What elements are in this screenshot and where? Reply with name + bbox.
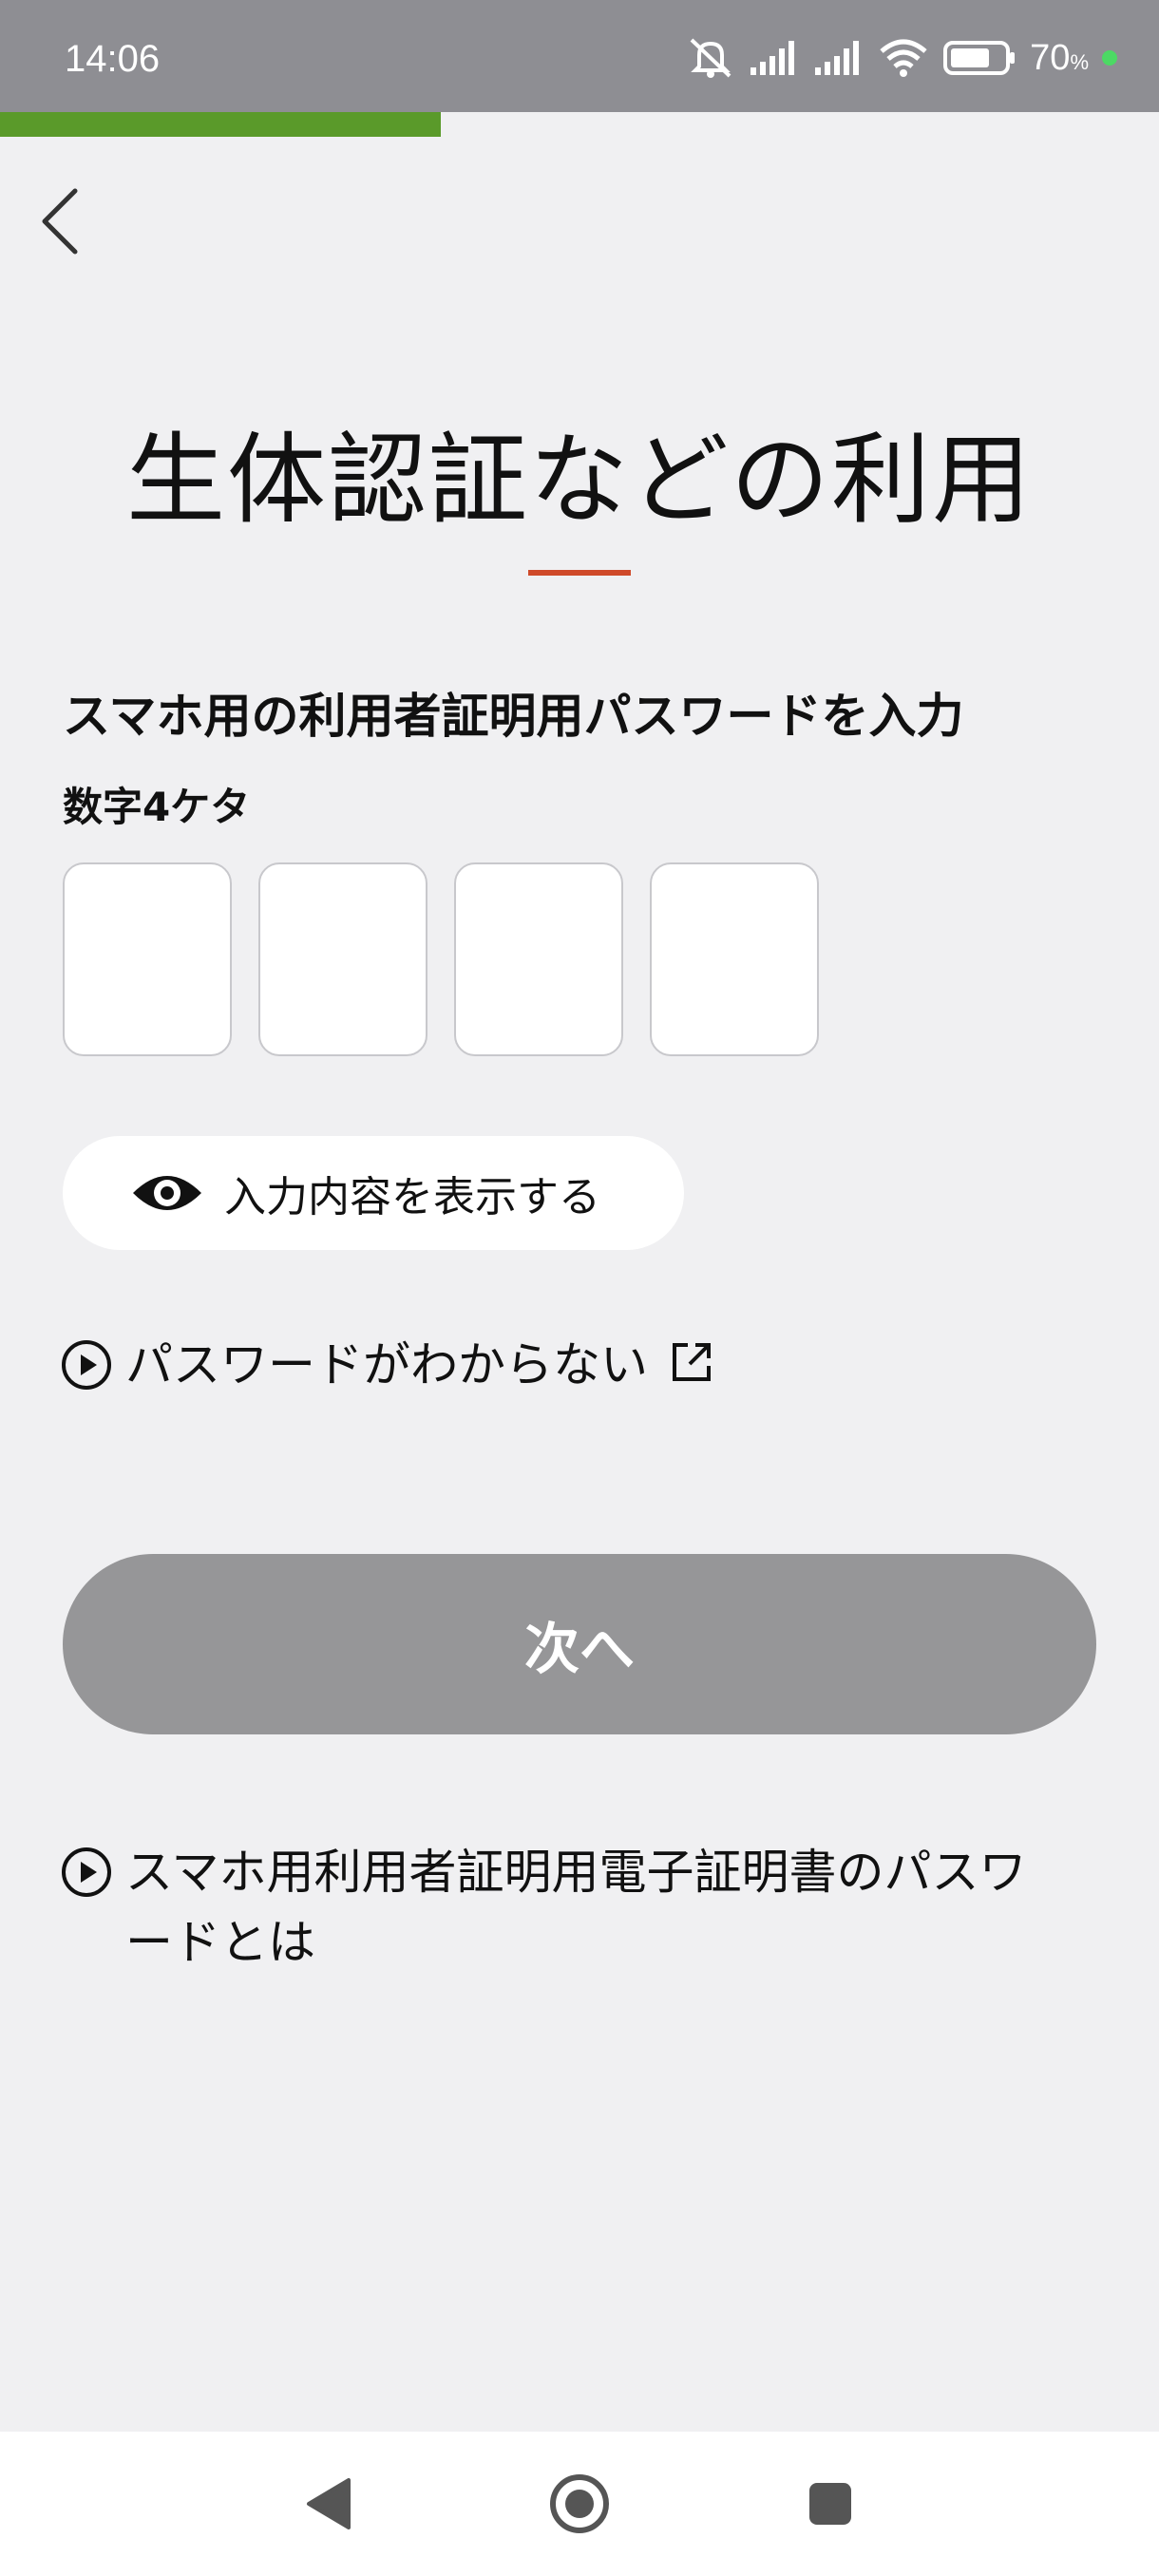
progress-fill <box>0 112 441 137</box>
eye-icon <box>133 1176 201 1210</box>
status-bar: 14:06 70% <box>0 0 1159 112</box>
external-link-icon <box>673 1343 711 1381</box>
password-section-label: スマホ用の利用者証明用パスワードを入力 <box>63 689 964 744</box>
forgot-password-link[interactable]: パスワードがわからない <box>61 1330 712 1400</box>
privacy-indicator-dot <box>1102 50 1117 66</box>
progress-bar <box>0 112 1159 137</box>
signal-icon <box>750 41 795 75</box>
pin-digit-2[interactable] <box>258 862 428 1056</box>
home-icon <box>550 2474 609 2533</box>
digits-hint-label: 数字4ケタ <box>63 784 251 830</box>
next-button[interactable]: 次へ <box>63 1554 1096 1734</box>
title-underline <box>528 570 631 576</box>
nav-back-button[interactable] <box>291 2466 367 2542</box>
status-icons: 70% <box>686 36 1117 80</box>
play-circle-icon <box>62 1340 111 1390</box>
back-button[interactable] <box>27 179 93 264</box>
play-circle-icon <box>62 1847 111 1897</box>
show-input-label: 入力内容を表示する <box>224 1173 600 1222</box>
pin-digit-1[interactable] <box>63 862 232 1056</box>
show-input-button[interactable]: 入力内容を表示する <box>63 1136 684 1250</box>
nav-home-button[interactable] <box>542 2466 618 2542</box>
battery-icon <box>943 41 1016 75</box>
wifi-icon <box>880 39 927 77</box>
pin-digit-3[interactable] <box>454 862 623 1056</box>
nav-recents-button[interactable] <box>792 2466 868 2542</box>
pin-digit-4[interactable] <box>650 862 819 1056</box>
pin-input-row <box>63 862 819 1056</box>
status-time: 14:06 <box>65 38 161 80</box>
about-password-link[interactable]: スマホ用利用者証明用電子証明書のパスワードとは <box>61 1837 1068 1978</box>
mute-icon <box>690 38 732 78</box>
about-password-label: スマホ用利用者証明用電子証明書のパスワードとは <box>125 1845 1027 1970</box>
page-title: 生体認証などの利用 <box>125 422 1033 538</box>
battery-percent: 70% <box>1030 37 1089 78</box>
recents-icon <box>809 2483 851 2525</box>
forgot-password-label: パスワードがわからない <box>125 1337 648 1392</box>
chevron-left-icon <box>42 188 78 255</box>
system-nav-bar <box>0 2432 1159 2576</box>
signal-icon <box>815 41 860 75</box>
back-icon <box>307 2478 351 2529</box>
